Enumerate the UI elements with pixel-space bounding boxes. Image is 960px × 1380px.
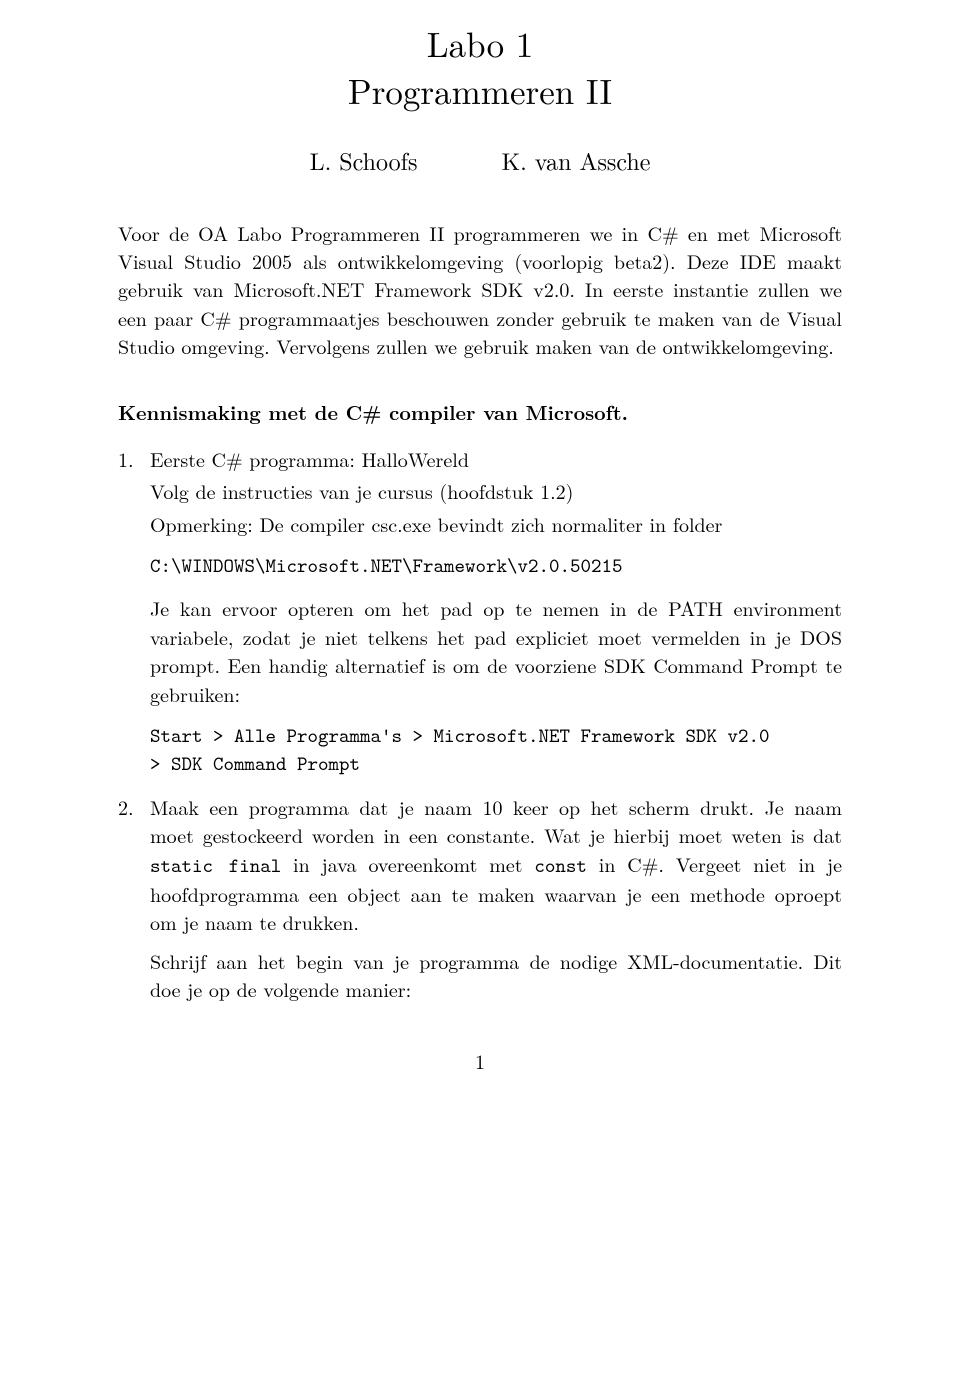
author-right: K. van Assche bbox=[501, 143, 650, 177]
title-line-2: Programmeren II bbox=[348, 66, 612, 115]
code-path: C:\WINDOWS\Microsoft.NET\Framework\v2.0.… bbox=[150, 552, 842, 580]
item2-para2: Schrijf aan het begin van je programma d… bbox=[150, 947, 842, 1004]
text-run: Maak een programma dat je naam 10 keer o… bbox=[150, 792, 842, 849]
inline-code: const bbox=[534, 853, 587, 879]
text-run: in java overeenkomt met bbox=[281, 849, 534, 878]
inline-code: static final bbox=[150, 853, 281, 879]
document-title: Labo 1 Programmeren II bbox=[118, 20, 842, 115]
item1-line2: Volg de instructies van je cursus (hoofd… bbox=[150, 477, 842, 505]
title-line-1: Labo 1 bbox=[427, 19, 533, 68]
section-heading: Kennismaking met de C# compiler van Micr… bbox=[118, 398, 842, 426]
item1-line3: Opmerking: De compiler csc.exe bevindt z… bbox=[150, 510, 842, 538]
author-left: L. Schoofs bbox=[310, 143, 418, 177]
document-page: Labo 1 Programmeren II L. Schoofs K. van… bbox=[0, 0, 960, 1116]
list-item: Maak een programma dat je naam 10 keer o… bbox=[118, 793, 842, 1004]
code-menu-path: Start > Alle Programma's > Microsoft.NET… bbox=[150, 722, 842, 779]
document-body: Voor de OA Labo Programmeren II programm… bbox=[118, 219, 842, 1076]
page-number: 1 bbox=[118, 1047, 842, 1075]
authors-line: L. Schoofs K. van Assche bbox=[118, 143, 842, 177]
item1-para2: Je kan ervoor opteren om het pad op te n… bbox=[150, 594, 842, 708]
item1-line1: Eerste C# programma: HalloWereld bbox=[150, 445, 842, 473]
item2-para1: Maak een programma dat je naam 10 keer o… bbox=[150, 793, 842, 937]
list-item: Eerste C# programma: HalloWereld Volg de… bbox=[118, 445, 842, 779]
enumerated-list: Eerste C# programma: HalloWereld Volg de… bbox=[118, 445, 842, 1004]
intro-paragraph: Voor de OA Labo Programmeren II programm… bbox=[118, 219, 842, 361]
